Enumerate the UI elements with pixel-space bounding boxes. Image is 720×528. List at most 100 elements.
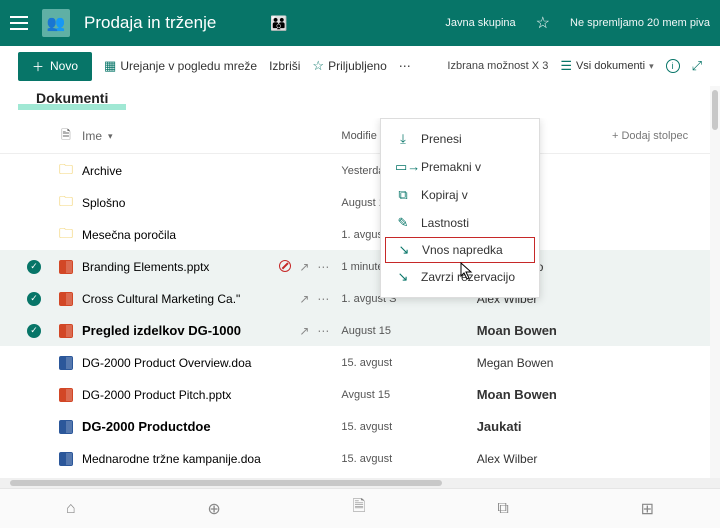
file-name[interactable]: Pregled izdelkov DG-1000 <box>82 323 241 338</box>
add-column-button[interactable]: + Dodaj stolpec <box>612 130 702 142</box>
app-header: 👥 Prodaja in trženje 👪 Javna skupina ☆ N… <box>0 0 720 46</box>
folder-icon: 🗀 <box>59 191 73 215</box>
checkmark-icon[interactable]: ✓ <box>27 260 41 274</box>
table-row[interactable]: ✓ Pregled izdelkov DG-1000 ↗ ⋯ August 15Moan… <box>0 314 720 346</box>
powerpoint-icon <box>59 260 73 274</box>
home-icon[interactable]: ⌂ <box>66 500 76 518</box>
type-column-icon[interactable]: 🗎 <box>50 126 82 147</box>
plus-icon: ＋ <box>32 58 44 75</box>
edit-grid-label: Urejanje v pogledu mreže <box>120 59 257 73</box>
add-column-label: Dodaj stolpec <box>621 130 688 142</box>
command-bar: ＋ Novo ▦ Urejanje v pogledu mreže Izbriš… <box>0 46 720 86</box>
column-header-row: 🗎 Ime ▾ Modifie ▾ ▾ + Dodaj stolpec <box>0 118 720 154</box>
modified-by-cell: Moan Bowen <box>477 387 612 402</box>
name-column-header[interactable]: Ime ▾ <box>82 129 271 143</box>
share-icon[interactable]: ↗ <box>299 324 309 338</box>
file-name[interactable]: Splošno <box>82 196 125 210</box>
file-name[interactable]: DG-2000 Product Overview.doa <box>82 356 251 370</box>
site-logo[interactable]: 👥 <box>42 9 70 37</box>
checkmark-icon[interactable]: ✓ <box>27 292 41 306</box>
modified-by-cell: Moan Bowen <box>477 323 612 338</box>
menu-item-copy[interactable]: ⧉Kopiraj v <box>381 181 539 209</box>
menu-item-move[interactable]: ▭→Premakni v <box>381 153 539 181</box>
selection-count: Izbrana možnost X 3 <box>447 60 548 72</box>
people-icon[interactable]: ⧉ <box>497 500 508 518</box>
delete-label: Izbriši <box>269 59 300 73</box>
teams-icon[interactable]: 👪 <box>270 15 287 32</box>
overflow-button[interactable]: ⋯ <box>399 59 411 73</box>
name-column-label: Ime <box>82 129 102 143</box>
site-title: Prodaja in trženje <box>84 13 216 33</box>
share-icon[interactable]: ↗ <box>299 260 309 274</box>
powerpoint-icon <box>59 292 73 306</box>
powerpoint-icon <box>59 388 73 402</box>
modified-cell: 15. avgust <box>341 421 476 433</box>
folder-icon: 🗀 <box>59 223 73 247</box>
powerpoint-icon <box>59 324 73 338</box>
file-name[interactable]: DG-2000 Product Pitch.pptx <box>82 388 231 402</box>
edit-grid-button[interactable]: ▦ Urejanje v pogledu mreže <box>104 58 257 74</box>
favorite-label: Priljubljeno <box>328 59 387 73</box>
star-icon[interactable]: ☆ <box>536 13 550 33</box>
view-selector[interactable]: ☰ Vsi dokumenti ▾ <box>560 58 653 74</box>
table-row[interactable]: DG-2000 Productdoe15. avgustJaukati <box>0 410 720 442</box>
favorite-button[interactable]: ☆ Priljubljeno <box>312 58 386 74</box>
folder-icon: 🗀 <box>59 159 73 183</box>
follow-label[interactable]: Ne spremljamo 20 mem piva <box>570 17 710 29</box>
props-icon: ✎ <box>395 215 411 231</box>
modified-by-cell: Megan Bowen <box>477 356 612 370</box>
more-icon[interactable]: ⋯ <box>317 260 329 274</box>
file-name[interactable]: Cross Cultural Marketing Ca." <box>82 292 240 306</box>
table-row[interactable]: 🗀Mesečna poročila1. avgust <box>0 218 720 250</box>
table-row[interactable]: DG-2000 Product Overview.doa15. avgustMe… <box>0 346 720 378</box>
modified-column-label: Modifie <box>341 130 376 142</box>
table-row[interactable]: ✓Cross Cultural Marketing Ca."↗⋯1. avgus… <box>0 282 720 314</box>
modified-cell: August 15 <box>341 325 476 337</box>
menu-item-props[interactable]: ✎ Lastnosti <box>381 209 539 237</box>
table-row[interactable]: Mednarodne tržne kampanije.doa15. avgust… <box>0 442 720 474</box>
file-name[interactable]: DG-2000 Productdoe <box>82 419 211 434</box>
more-icon[interactable]: ⋯ <box>317 292 329 306</box>
view-label: Vsi dokumenti <box>576 60 645 72</box>
document-list: 🗎 Ime ▾ Modifie ▾ ▾ + Dodaj stolpec 🗀 Arc… <box>0 118 720 518</box>
file-name[interactable]: Archive <box>82 164 122 178</box>
expand-icon[interactable]: ⤢ <box>692 58 702 74</box>
more-icon[interactable]: ⋯ <box>317 324 329 338</box>
globe-icon[interactable]: ⊕ <box>207 499 220 519</box>
file-name[interactable]: Mesečna poročila <box>82 228 176 242</box>
menu-item-download[interactable]: ⤓Prenesi <box>381 125 539 153</box>
menu-item-label: Lastnosti <box>421 216 469 230</box>
group-type-label: Javna skupina <box>445 17 515 29</box>
hamburger-icon[interactable] <box>10 16 28 30</box>
table-row[interactable]: DG-2000 Product Pitch.pptx Avgust 15Moan … <box>0 378 720 410</box>
library-heading: Dokumenti <box>18 86 126 116</box>
menu-item-label: Vnos napredka <box>422 243 503 257</box>
bottom-nav: ⌂ ⊕ 🗎 ⧉ ⊞ <box>0 488 720 528</box>
grid-icon: ▦ <box>104 58 116 74</box>
vertical-scrollbar[interactable] <box>710 86 720 478</box>
delete-button[interactable]: Izbriši <box>269 59 300 73</box>
checkmark-icon[interactable]: ✓ <box>27 324 41 338</box>
file-name[interactable]: Mednarodne tržne kampanije.doa <box>82 452 261 466</box>
table-row[interactable]: ✓Branding Elements.pptx↗⋯1 minute 090Skr… <box>0 250 720 282</box>
word-icon <box>59 356 73 370</box>
checkin-icon: ↘ <box>396 242 412 258</box>
download-icon: ⤓ <box>395 131 411 147</box>
file-name[interactable]: Branding Elements.pptx <box>82 260 209 274</box>
modified-cell: Avgust 15 <box>341 389 476 401</box>
move-icon: ▭→ <box>395 159 411 175</box>
word-icon <box>59 452 73 466</box>
new-button[interactable]: ＋ Novo <box>18 52 92 81</box>
table-row[interactable]: 🗀ArchiveYesterday <box>0 154 720 186</box>
grid-icon[interactable]: ⊞ <box>641 499 654 519</box>
share-icon[interactable]: ↗ <box>299 292 309 306</box>
blocked-icon <box>279 260 291 272</box>
menu-item-checkin[interactable]: ↘ Vnos napredka <box>385 237 535 263</box>
copy-icon: ⧉ <box>395 187 411 203</box>
info-icon[interactable]: i <box>666 59 680 73</box>
modified-by-cell: Alex Wilber <box>477 452 612 466</box>
table-row[interactable]: 🗀SplošnoAugust 1 <box>0 186 720 218</box>
doc-icon[interactable]: 🗎 <box>353 495 366 522</box>
chevron-down-icon: ▾ <box>108 131 113 142</box>
horizontal-scrollbar[interactable] <box>0 478 720 488</box>
